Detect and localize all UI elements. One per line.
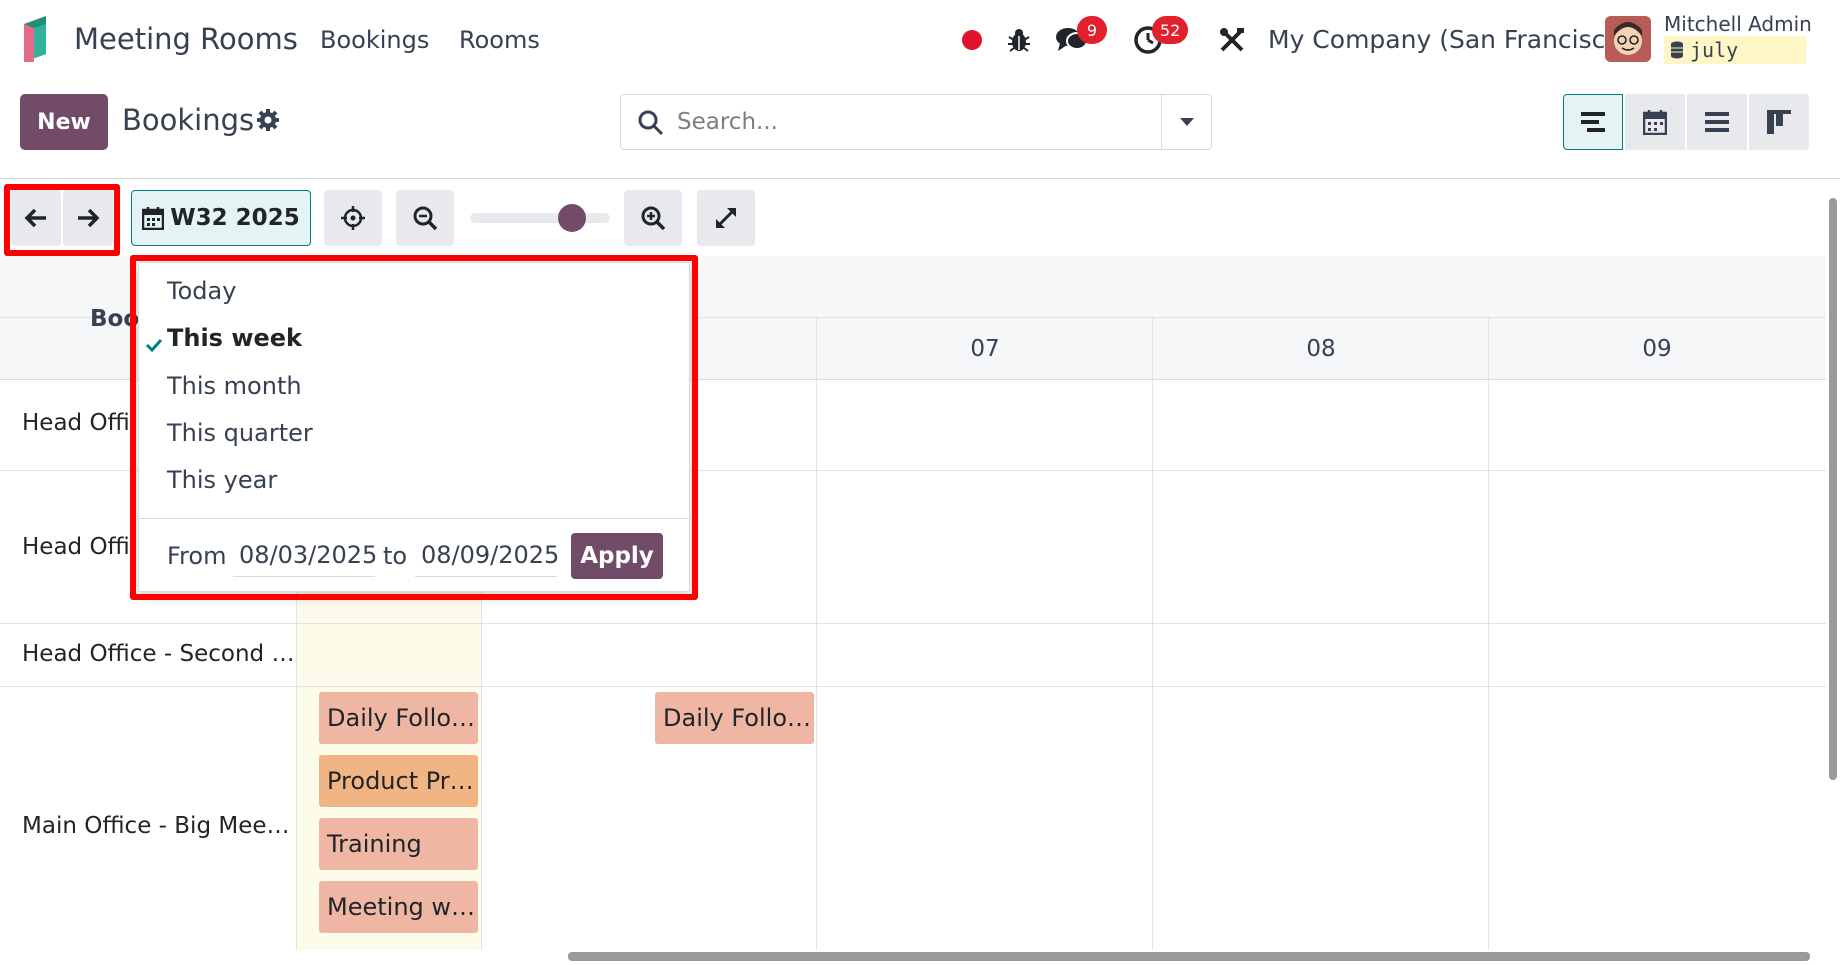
booking-pill[interactable]: Meeting w… xyxy=(319,881,478,933)
to-date-input[interactable]: 08/09/2025 xyxy=(415,533,559,577)
calendar-view-icon xyxy=(1643,110,1667,135)
dropdown-separator xyxy=(139,518,689,519)
booking-pill[interactable]: Daily Follo… xyxy=(655,692,814,744)
row-label-room: Head Office - Second … xyxy=(22,641,295,667)
company-switcher[interactable]: My Company (San Francisco) xyxy=(1268,25,1630,54)
activities-count-badge: 52 xyxy=(1152,16,1189,44)
arrow-right-icon xyxy=(78,208,100,228)
calendar-icon xyxy=(142,207,165,230)
option-this-quarter[interactable]: This quarter xyxy=(167,419,313,447)
row-divider xyxy=(0,686,1826,687)
view-calendar-button[interactable] xyxy=(1625,94,1685,150)
page-title: Bookings xyxy=(122,103,255,137)
app-logo-icon[interactable] xyxy=(20,14,56,64)
previous-period-button[interactable] xyxy=(11,190,61,246)
top-navbar: Meeting Rooms Bookings Rooms 9 52 My Com… xyxy=(0,0,1840,80)
search-bar: Search... xyxy=(620,94,1212,150)
menu-bookings[interactable]: Bookings xyxy=(320,26,429,54)
gear-icon[interactable] xyxy=(256,108,280,132)
settings-tools-icon[interactable] xyxy=(1216,22,1248,58)
zoom-slider[interactable] xyxy=(470,213,610,223)
database-name: july xyxy=(1690,38,1739,62)
to-label: to xyxy=(383,542,408,570)
booking-pill[interactable]: Daily Follo… xyxy=(319,692,478,744)
search-input[interactable]: Search... xyxy=(677,109,778,135)
expand-fullscreen-button[interactable] xyxy=(697,190,755,246)
zoom-in-icon xyxy=(641,206,666,231)
list-view-icon xyxy=(1705,112,1729,132)
focus-today-button[interactable] xyxy=(324,190,382,246)
day-label: 09 xyxy=(1642,336,1672,362)
database-badge: july xyxy=(1664,36,1806,64)
view-kanban-button[interactable] xyxy=(1749,94,1809,150)
row-divider xyxy=(0,623,1826,624)
zoom-slider-handle[interactable] xyxy=(558,204,587,232)
row-label-room: Head Offi xyxy=(22,410,130,436)
check-icon xyxy=(145,338,163,353)
bug-icon[interactable] xyxy=(1004,22,1034,58)
next-period-button[interactable] xyxy=(63,190,113,246)
crosshairs-icon xyxy=(341,206,365,230)
app-name[interactable]: Meeting Rooms xyxy=(74,22,298,56)
horizontal-scrollbar[interactable] xyxy=(568,952,1810,961)
expand-icon xyxy=(716,208,736,228)
period-label: W32 2025 xyxy=(170,205,300,231)
option-this-week[interactable]: This week xyxy=(167,324,302,352)
kanban-view-icon xyxy=(1767,110,1791,134)
search-options-toggle[interactable] xyxy=(1161,95,1211,149)
option-today[interactable]: Today xyxy=(167,277,236,305)
apply-button[interactable]: Apply xyxy=(571,533,663,579)
grid-line xyxy=(1152,318,1153,950)
grid-line xyxy=(816,318,817,950)
option-this-month[interactable]: This month xyxy=(167,372,302,400)
user-name[interactable]: Mitchell Admin xyxy=(1664,12,1812,36)
day-label: 08 xyxy=(1306,336,1336,362)
vertical-scrollbar[interactable] xyxy=(1829,198,1837,780)
period-picker-button[interactable]: W32 2025 xyxy=(131,190,311,246)
record-icon[interactable] xyxy=(960,22,984,58)
booking-pill[interactable]: Training xyxy=(319,818,478,870)
arrow-left-icon xyxy=(24,208,46,228)
messages-count-badge: 9 xyxy=(1077,16,1107,44)
zoom-out-icon xyxy=(413,206,438,231)
gantt-view-icon xyxy=(1581,112,1605,132)
booking-pill[interactable]: Product Pr… xyxy=(319,755,478,807)
user-avatar[interactable] xyxy=(1605,16,1651,62)
zoom-out-button[interactable] xyxy=(396,190,454,246)
caret-down-icon xyxy=(1179,118,1194,126)
period-dropdown-menu: Today This week This month This quarter … xyxy=(138,262,690,592)
search-icon xyxy=(638,110,664,136)
from-date-input[interactable]: 08/03/2025 xyxy=(233,533,377,577)
control-panel-divider xyxy=(0,178,1840,179)
view-list-button[interactable] xyxy=(1687,94,1747,150)
option-this-year[interactable]: This year xyxy=(167,466,277,494)
gantt-rows-header: Boo xyxy=(90,306,140,332)
zoom-in-button[interactable] xyxy=(624,190,682,246)
row-label-room: Main Office - Big Mee… xyxy=(22,813,290,839)
new-button[interactable]: New xyxy=(20,94,108,150)
view-gantt-button[interactable] xyxy=(1563,94,1623,150)
menu-rooms[interactable]: Rooms xyxy=(459,26,540,54)
grid-line xyxy=(1488,318,1489,950)
day-label: 07 xyxy=(970,336,1000,362)
from-label: From xyxy=(167,542,227,570)
database-icon xyxy=(1671,41,1683,59)
row-label-room: Head Offi xyxy=(22,534,130,560)
